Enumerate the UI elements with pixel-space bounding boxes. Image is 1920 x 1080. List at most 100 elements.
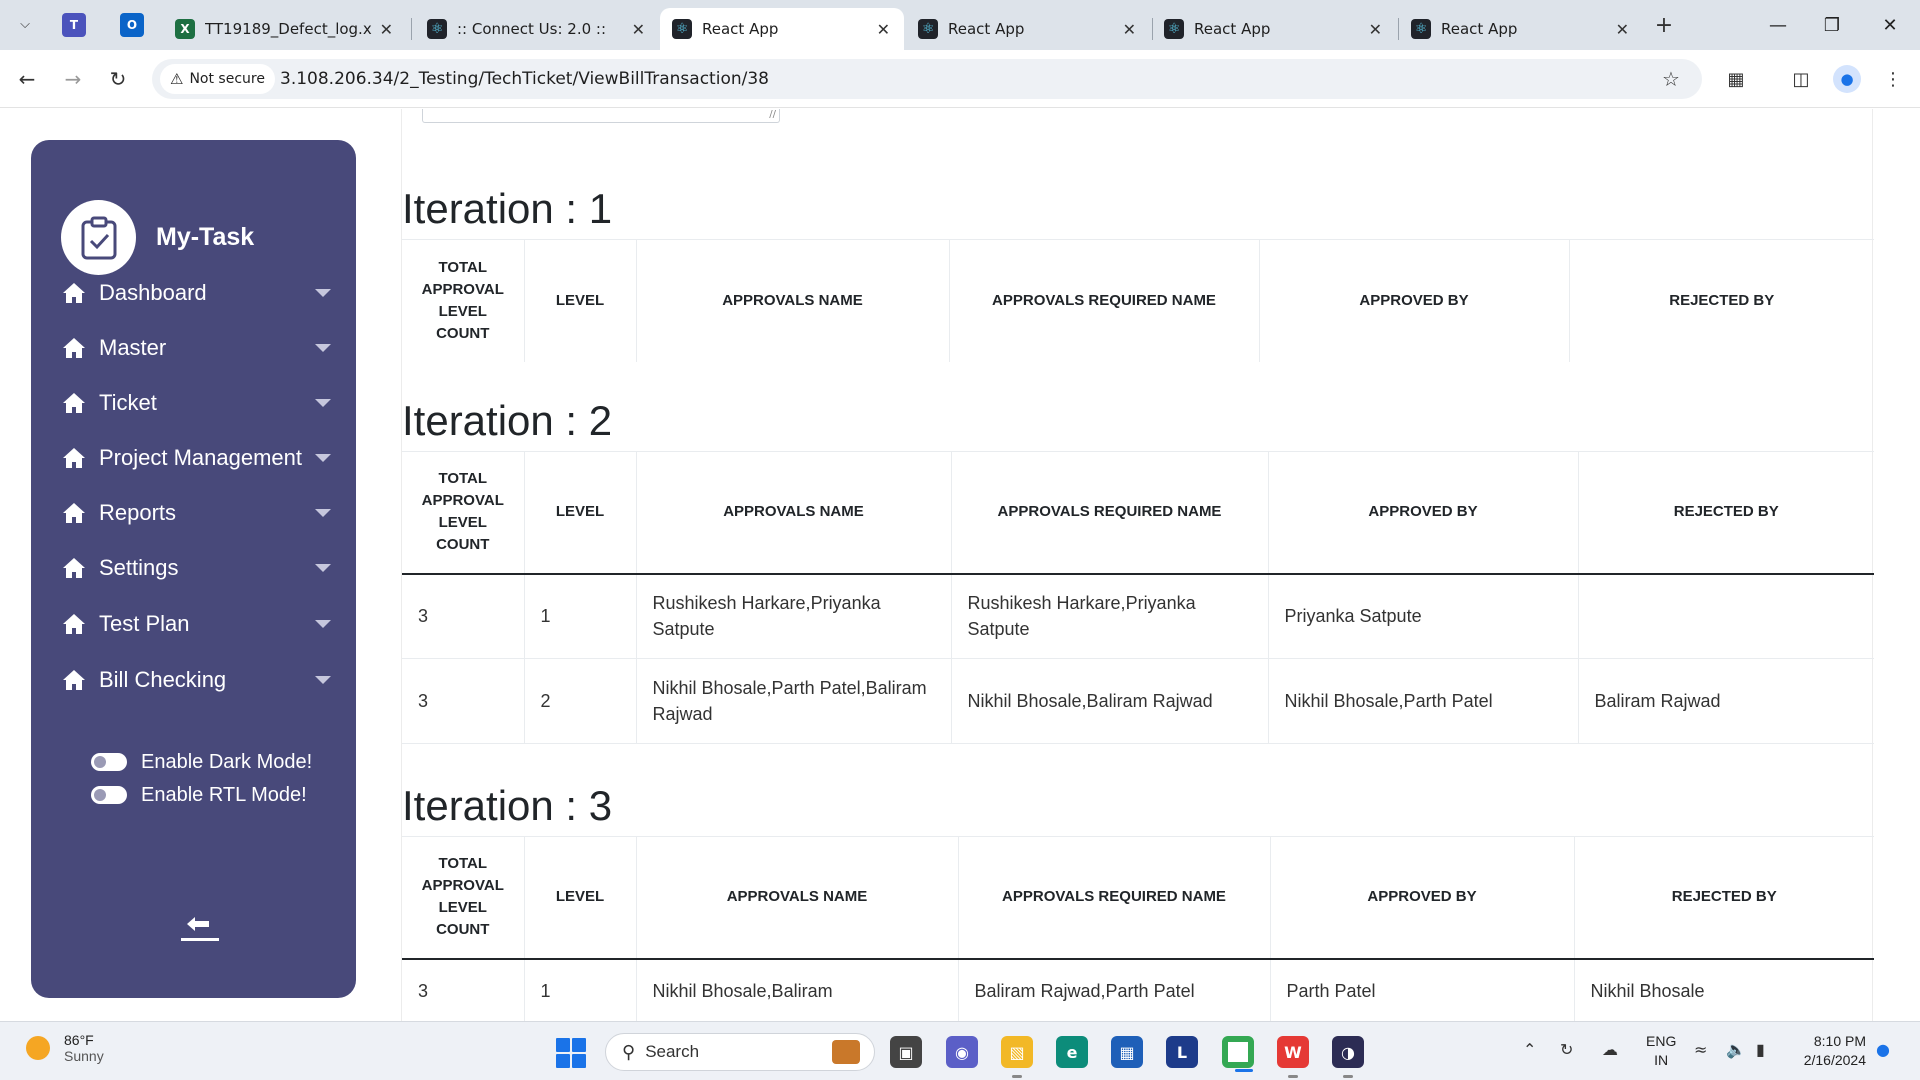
home-icon [63, 503, 85, 523]
language-indicator[interactable]: ENG IN [1646, 1032, 1676, 1070]
sidebar-item-label: Ticket [99, 390, 157, 415]
side-panel-icon[interactable]: ◫ [1786, 64, 1816, 94]
browser-menu-kebab-icon[interactable]: ⋮ [1878, 64, 1908, 94]
table-row: 3 1 Rushikesh Harkare,Priyanka Satpute R… [402, 573, 1874, 659]
browser-tab[interactable]: ⚛ React App ✕ [1152, 8, 1396, 50]
sidebar-item-label: Project Management [99, 445, 302, 470]
clipboard-check-icon [61, 200, 136, 275]
sidebar-item-dashboard[interactable]: Dashboard [61, 276, 331, 310]
profile-avatar-icon[interactable]: ● [1833, 65, 1861, 93]
battery-icon[interactable]: ▮ [1756, 1040, 1765, 1059]
close-tab-icon[interactable]: ✕ [877, 20, 890, 39]
column-header-level: LEVEL [524, 451, 637, 575]
new-tab-plus-icon[interactable]: + [1650, 11, 1678, 39]
cell-level: 1 [524, 958, 637, 1021]
chrome-icon[interactable] [1222, 1036, 1254, 1072]
caret-down-icon [315, 509, 331, 517]
site-info-chip[interactable]: ⚠ Not secure [160, 64, 275, 94]
column-header-rejected-by: REJECTED BY [1578, 451, 1874, 575]
column-header-approvals-name: APPROVALS NAME [636, 836, 959, 960]
taskbar-search-box[interactable]: ⚲ Search [605, 1033, 875, 1071]
language-code: ENG [1646, 1033, 1677, 1049]
reload-icon[interactable]: ↻ [103, 64, 133, 94]
home-icon [63, 614, 85, 634]
wps-office-icon[interactable]: W [1277, 1036, 1309, 1078]
restore-icon[interactable]: ❐ [1812, 10, 1852, 40]
dark-mode-switch[interactable] [91, 753, 127, 771]
react-icon: ⚛ [427, 19, 447, 39]
iteration-section: Iteration : 1 TOTAL APPROVAL LEVEL COUNT… [402, 179, 1874, 362]
remarks-textarea[interactable]: // [422, 109, 780, 123]
sync-icon[interactable]: ↻ [1560, 1040, 1573, 1059]
bookmark-star-icon[interactable]: ☆ [1662, 67, 1680, 91]
minimize-icon[interactable]: — [1758, 10, 1798, 40]
volume-muted-icon[interactable]: 🔈 [1726, 1040, 1746, 1059]
collapse-sidebar-button[interactable] [179, 910, 221, 946]
file-explorer-icon[interactable]: ▧ [1001, 1036, 1033, 1078]
brand[interactable]: My-Task [61, 200, 254, 275]
browser-tab[interactable]: ⚛ :: Connect Us: 2.0 :: ✕ [415, 8, 659, 50]
browser-tab[interactable]: ⚛ React App ✕ [1399, 8, 1643, 50]
tab-search-chevron-icon[interactable]: ⌵ [12, 11, 38, 37]
home-icon [63, 670, 85, 690]
forward-arrow-icon[interactable]: → [58, 64, 88, 94]
extensions-puzzle-icon[interactable]: ▦ [1721, 64, 1751, 94]
microsoft-store-icon[interactable]: ▦ [1111, 1036, 1143, 1068]
close-tab-icon[interactable]: ✕ [1123, 20, 1136, 39]
column-header-rejected-by: REJECTED BY [1569, 239, 1874, 362]
eclipse-icon[interactable]: ◑ [1332, 1036, 1364, 1078]
task-view-icon[interactable]: ▣ [890, 1036, 922, 1068]
wifi-icon[interactable]: ≈ [1694, 1040, 1707, 1059]
sidebar-item-label: Settings [99, 555, 179, 580]
url-text[interactable]: 3.108.206.34/2_Testing/TechTicket/ViewBi… [280, 69, 769, 89]
cell-rejected-by: Nikhil Bhosale [1574, 958, 1874, 1021]
notification-bell-icon[interactable]: ● [1876, 1040, 1890, 1059]
close-tab-icon[interactable]: ✕ [380, 20, 393, 39]
chevron-up-icon[interactable]: ⌃ [1523, 1040, 1536, 1059]
rtl-mode-switch[interactable] [91, 786, 127, 804]
teams-pinned-tab-icon[interactable]: T [62, 13, 86, 37]
teams-chat-icon[interactable]: ◉ [946, 1036, 978, 1068]
outlook-pinned-tab-icon[interactable]: O [120, 13, 144, 37]
close-tab-icon[interactable]: ✕ [1616, 20, 1629, 39]
caret-down-icon [315, 564, 331, 572]
dark-mode-label: Enable Dark Mode! [141, 750, 313, 773]
table-row: 3 2 Nikhil Bhosale,Parth Patel,Baliram R… [402, 658, 1874, 744]
windows-start-icon[interactable] [556, 1038, 586, 1068]
close-window-icon[interactable]: ✕ [1870, 10, 1910, 40]
sidebar-item-reports[interactable]: Reports [61, 496, 331, 530]
back-arrow-icon[interactable]: ← [12, 64, 42, 94]
sidebar-item-master[interactable]: Master [61, 331, 331, 365]
edge-browser-icon[interactable]: e [1056, 1036, 1088, 1068]
column-header-total-approval-level-count: TOTAL APPROVAL LEVEL COUNT [402, 239, 525, 362]
sidebar-item-bill-checking[interactable]: Bill Checking [61, 663, 331, 697]
close-tab-icon[interactable]: ✕ [1369, 20, 1382, 39]
caret-down-icon [315, 399, 331, 407]
address-bar[interactable]: ⚠ Not secure 3.108.206.34/2_Testing/Tech… [152, 59, 1702, 99]
system-clock[interactable]: 8:10 PM 2/16/2024 [1796, 1032, 1866, 1070]
sidebar-item-ticket[interactable]: Ticket [61, 386, 331, 420]
column-header-level: LEVEL [524, 836, 637, 960]
browser-tab-active[interactable]: ⚛ React App ✕ [660, 8, 904, 50]
tab-title: :: Connect Us: 2.0 :: [457, 20, 607, 38]
cell-approvals-required-name: Baliram Rajwad,Parth Patel [958, 958, 1271, 1021]
close-tab-icon[interactable]: ✕ [632, 20, 645, 39]
caret-down-icon [315, 676, 331, 684]
column-header-rejected-by: REJECTED BY [1574, 836, 1874, 960]
launcher-l-icon[interactable]: L [1166, 1036, 1198, 1068]
tab-title: TT19189_Defect_log.xlsx [205, 20, 372, 38]
weather-widget[interactable]: 86°F Sunny [26, 1032, 104, 1064]
browser-tab[interactable]: X TT19189_Defect_log.xlsx ✕ [163, 8, 407, 50]
home-icon [63, 283, 85, 303]
cell-approved-by: Parth Patel [1270, 958, 1575, 1021]
iteration-title: Iteration : 2 [402, 397, 613, 444]
cell-level: 2 [524, 658, 637, 744]
sidebar-item-test-plan[interactable]: Test Plan [61, 607, 331, 641]
tab-title: React App [948, 20, 1025, 38]
iteration-section: Iteration : 2 TOTAL APPROVAL LEVEL COUNT… [402, 391, 1874, 744]
sidebar-item-settings[interactable]: Settings [61, 551, 331, 585]
cloud-offline-icon[interactable]: ☁ [1602, 1040, 1618, 1059]
sidebar-item-project-management[interactable]: Project Management [61, 441, 331, 475]
browser-tab[interactable]: ⚛ React App ✕ [906, 8, 1150, 50]
home-icon [63, 338, 85, 358]
